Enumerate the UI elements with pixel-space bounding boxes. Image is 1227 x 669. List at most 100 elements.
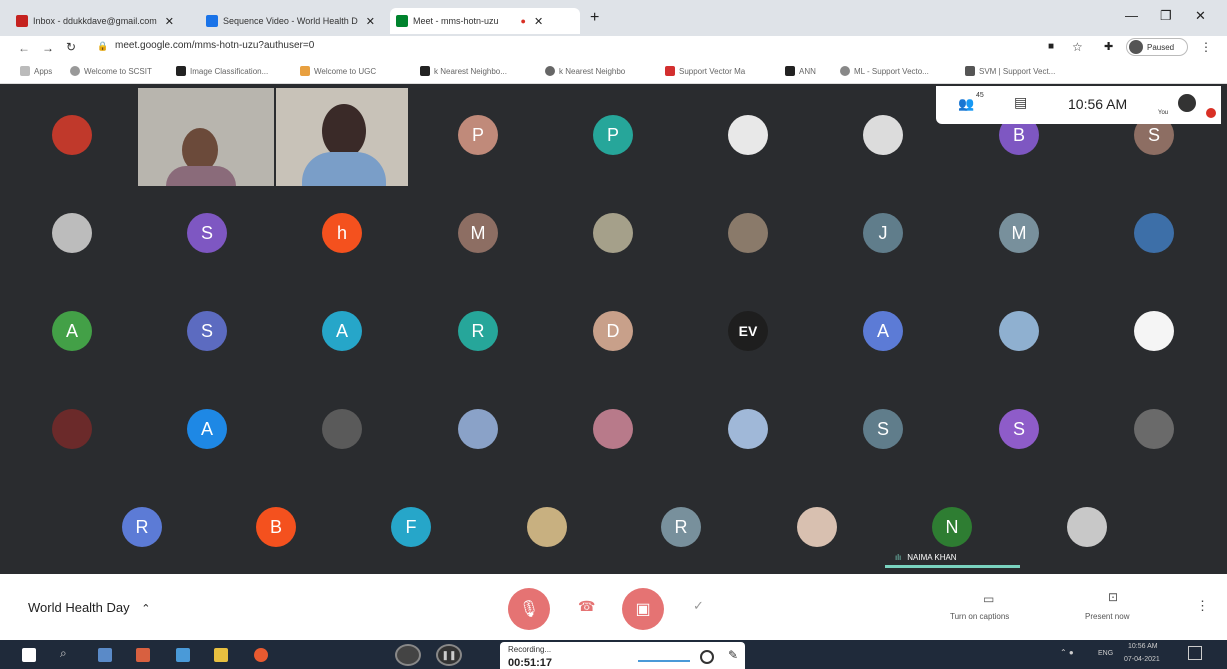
participant-avatar[interactable]: h bbox=[322, 213, 362, 253]
bookmark-item[interactable]: Support Vector Ma bbox=[665, 66, 745, 76]
hang-up-button[interactable]: ☎ bbox=[578, 598, 595, 615]
self-avatar[interactable] bbox=[1176, 92, 1198, 114]
star-icon[interactable]: ☆ bbox=[1072, 40, 1083, 54]
participant-avatar[interactable]: F bbox=[391, 507, 431, 547]
participant-avatar[interactable]: A bbox=[52, 311, 92, 351]
folder-icon[interactable] bbox=[214, 648, 228, 662]
reload-icon[interactable]: ↻ bbox=[66, 40, 76, 54]
participant-avatar[interactable]: M bbox=[999, 213, 1039, 253]
tab-sequence-video[interactable]: Sequence Video - World Health D ✕ bbox=[200, 8, 388, 34]
window-close-icon[interactable]: ✕ bbox=[1195, 8, 1206, 24]
participant-avatar[interactable] bbox=[728, 115, 768, 155]
participant-avatar[interactable]: R bbox=[122, 507, 162, 547]
taskbar-app-icon[interactable] bbox=[136, 648, 150, 662]
participant-avatar[interactable]: S bbox=[187, 213, 227, 253]
captions-label[interactable]: Turn on captions bbox=[950, 612, 1009, 621]
pen-icon[interactable]: ✎ bbox=[728, 648, 738, 662]
extensions-icon[interactable]: ✚ bbox=[1104, 40, 1113, 53]
participant-avatar[interactable]: A bbox=[322, 311, 362, 351]
maximize-icon[interactable]: ❐ bbox=[1160, 8, 1172, 24]
participant-avatar[interactable] bbox=[863, 115, 903, 155]
video-tile-participant[interactable] bbox=[138, 88, 274, 186]
more-options-icon[interactable]: ⋮ bbox=[1196, 598, 1209, 614]
bookmark-item[interactable]: Welcome to SCSIT bbox=[70, 66, 152, 76]
present-icon[interactable]: ⊡ bbox=[1108, 590, 1118, 604]
tray-icons[interactable]: ⌃ ● bbox=[1060, 648, 1074, 657]
participant-avatar[interactable]: P bbox=[458, 115, 498, 155]
url-text[interactable]: meet.google.com/mms-hotn-uzu?authuser=0 bbox=[115, 40, 314, 51]
camera-off-button[interactable]: ▣ bbox=[622, 588, 664, 630]
participant-avatar[interactable] bbox=[1134, 311, 1174, 351]
participant-avatar[interactable]: N bbox=[932, 507, 972, 547]
bookmark-item[interactable]: Image Classification... bbox=[176, 66, 268, 76]
chat-icon[interactable]: ▤ bbox=[1014, 94, 1027, 111]
menu-dots-icon[interactable]: ⋮ bbox=[1200, 40, 1212, 54]
participant-avatar[interactable]: A bbox=[863, 311, 903, 351]
close-tab-icon[interactable]: ✕ bbox=[534, 15, 543, 28]
video-tile-participant[interactable] bbox=[276, 88, 408, 186]
participant-avatar[interactable] bbox=[1134, 213, 1174, 253]
chrome-icon[interactable] bbox=[254, 648, 268, 662]
taskbar-clock[interactable]: 10:56 AM bbox=[1128, 643, 1158, 650]
participant-avatar[interactable]: J bbox=[863, 213, 903, 253]
participant-avatar[interactable] bbox=[797, 507, 837, 547]
participant-avatar[interactable]: R bbox=[661, 507, 701, 547]
participant-avatar[interactable]: P bbox=[593, 115, 633, 155]
participant-avatar[interactable] bbox=[52, 409, 92, 449]
participant-avatar[interactable]: M bbox=[458, 213, 498, 253]
minimize-icon[interactable]: — bbox=[1125, 8, 1138, 23]
participant-avatar[interactable]: S bbox=[187, 311, 227, 351]
webcam-icon[interactable] bbox=[700, 650, 714, 664]
taskbar-app-icon[interactable] bbox=[98, 648, 112, 662]
taskbar-date[interactable]: 07-04-2021 bbox=[1124, 656, 1160, 663]
captions-icon[interactable]: ▭ bbox=[983, 592, 994, 606]
participant-avatar[interactable]: A bbox=[187, 409, 227, 449]
participant-avatar[interactable] bbox=[999, 311, 1039, 351]
language-indicator[interactable]: ENG bbox=[1098, 650, 1113, 657]
participant-avatar[interactable] bbox=[593, 409, 633, 449]
mic-off-button[interactable]: 🎙 bbox=[508, 588, 550, 630]
participant-avatar[interactable] bbox=[52, 213, 92, 253]
volume-slider[interactable] bbox=[638, 660, 690, 662]
bookmark-item[interactable]: k Nearest Neighbo... bbox=[420, 66, 507, 76]
tab-meet[interactable]: Meet - mms-hotn-uzu ● ✕ bbox=[390, 8, 580, 34]
present-label[interactable]: Present now bbox=[1085, 612, 1129, 621]
meeting-details-button[interactable]: World Health Day ⌃ bbox=[28, 600, 150, 615]
participant-avatar[interactable]: R bbox=[458, 311, 498, 351]
back-icon[interactable]: ← bbox=[18, 41, 30, 55]
people-icon[interactable]: 👥 bbox=[958, 96, 974, 112]
bookmark-item[interactable]: ANN bbox=[785, 66, 816, 76]
participant-avatar[interactable]: B bbox=[256, 507, 296, 547]
participant-avatar[interactable] bbox=[52, 115, 92, 155]
close-tab-icon[interactable]: ✕ bbox=[366, 15, 375, 28]
forward-icon[interactable]: → bbox=[42, 41, 54, 55]
search-icon[interactable]: ⌕ bbox=[60, 646, 67, 661]
check-icon[interactable]: ✓ bbox=[693, 598, 704, 614]
participant-avatar[interactable] bbox=[728, 213, 768, 253]
participant-avatar[interactable] bbox=[593, 213, 633, 253]
tab-inbox[interactable]: Inbox - ddukkdave@gmail.com ✕ bbox=[10, 8, 198, 34]
participant-avatar[interactable]: D bbox=[593, 311, 633, 351]
participant-avatar[interactable] bbox=[728, 409, 768, 449]
participant-avatar[interactable] bbox=[1134, 409, 1174, 449]
participant-avatar[interactable]: EV bbox=[728, 311, 768, 351]
bookmark-item[interactable]: SVM | Support Vect... bbox=[965, 66, 1055, 76]
participant-avatar[interactable] bbox=[527, 507, 567, 547]
participant-avatar[interactable] bbox=[458, 409, 498, 449]
notifications-icon[interactable] bbox=[1188, 646, 1202, 660]
participant-avatar[interactable] bbox=[1067, 507, 1107, 547]
record-pause-button[interactable]: ❚❚ bbox=[436, 644, 462, 666]
new-tab-button[interactable]: + bbox=[590, 9, 599, 27]
close-tab-icon[interactable]: ✕ bbox=[165, 15, 174, 28]
bookmark-item[interactable]: Welcome to UGC bbox=[300, 66, 376, 76]
participant-avatar[interactable] bbox=[322, 409, 362, 449]
windows-start-icon[interactable] bbox=[22, 648, 36, 662]
participant-avatar[interactable]: S bbox=[863, 409, 903, 449]
taskbar-app-icon[interactable] bbox=[176, 648, 190, 662]
bookmark-item[interactable]: k Nearest Neighbo bbox=[545, 66, 625, 76]
bookmark-apps[interactable]: Apps bbox=[20, 66, 52, 76]
bookmark-item[interactable]: ML - Support Vecto... bbox=[840, 66, 929, 76]
profile-paused-button[interactable]: Paused bbox=[1126, 38, 1188, 56]
record-stop-button[interactable] bbox=[395, 644, 421, 666]
camera-icon[interactable]: ■ bbox=[1048, 41, 1054, 52]
